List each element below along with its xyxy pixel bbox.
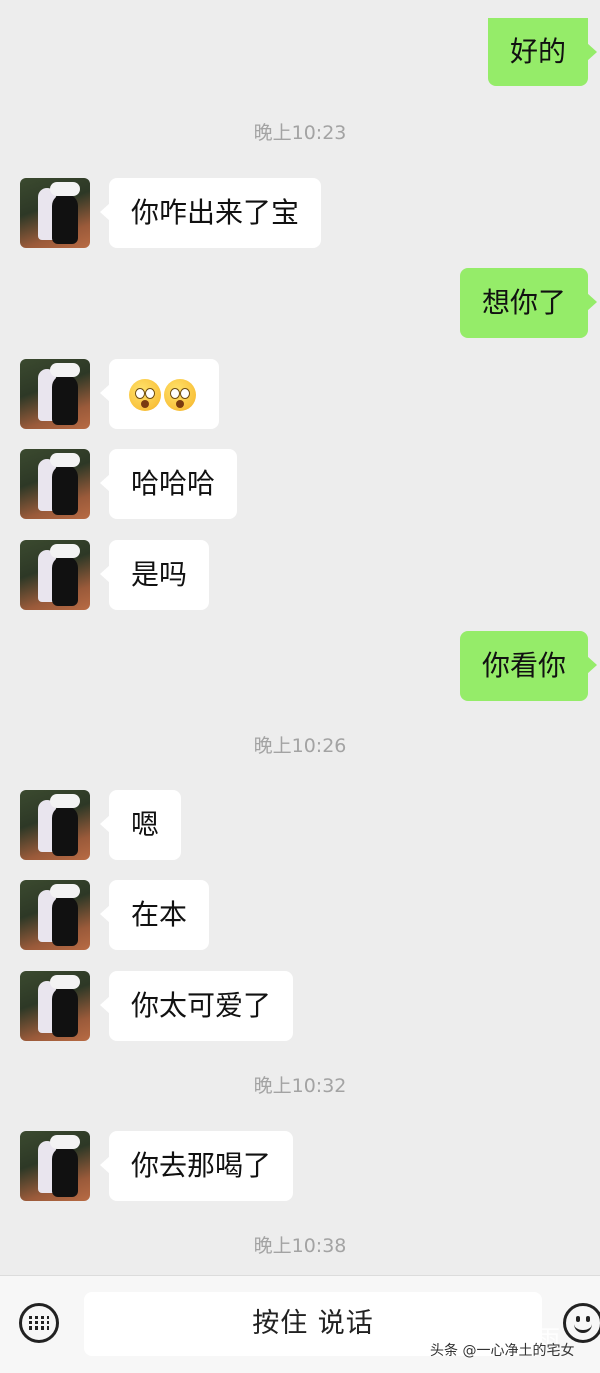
message-row-received: 你去那喝了 bbox=[0, 1131, 600, 1201]
timestamp: 晚上10:23 bbox=[253, 122, 347, 144]
message-row-sent: 好的 bbox=[0, 18, 600, 88]
message-bubble-received[interactable]: 你咋出来了宝 bbox=[99, 178, 322, 248]
chat-message-list[interactable]: 好的 晚上10:23 你咋出来了宝 想你了 哈哈哈 是吗 你看你 晚上10:26… bbox=[0, 0, 600, 1275]
astonished-face-emoji-icon bbox=[164, 379, 196, 411]
message-bubble-received[interactable]: 哈哈哈 bbox=[99, 449, 238, 519]
contact-avatar[interactable] bbox=[20, 880, 90, 950]
keyboard-icon[interactable] bbox=[19, 1303, 59, 1343]
watermark-text: 头条 @一心净土的宅女 bbox=[430, 1343, 575, 1359]
contact-avatar[interactable] bbox=[20, 540, 90, 610]
contact-avatar[interactable] bbox=[20, 790, 90, 860]
timestamp: 晚上10:38 bbox=[253, 1235, 347, 1257]
message-row-received: 哈哈哈 bbox=[0, 449, 600, 519]
message-row-received: 嗯 bbox=[0, 790, 600, 860]
message-bubble-received[interactable] bbox=[100, 359, 219, 429]
contact-avatar[interactable] bbox=[20, 449, 90, 519]
message-row-received bbox=[0, 359, 600, 429]
message-row-received: 你太可爱了 bbox=[0, 971, 600, 1041]
message-row-received: 是吗 bbox=[0, 540, 600, 610]
message-row-sent: 你看你 bbox=[0, 631, 600, 701]
contact-avatar[interactable] bbox=[20, 359, 90, 429]
message-bubble-sent[interactable]: 想你了 bbox=[459, 268, 598, 338]
message-bubble-received[interactable]: 你太可爱了 bbox=[99, 971, 294, 1041]
message-row-sent: 想你了 bbox=[0, 268, 600, 338]
emoji-smiley-icon[interactable] bbox=[563, 1303, 600, 1343]
contact-avatar[interactable] bbox=[20, 971, 90, 1041]
message-row-received: 在本 bbox=[0, 880, 600, 950]
message-bubble-received[interactable]: 你去那喝了 bbox=[99, 1131, 294, 1201]
astonished-face-emoji-icon bbox=[129, 379, 161, 411]
contact-avatar[interactable] bbox=[20, 178, 90, 248]
message-bubble-sent[interactable]: 好的 bbox=[487, 18, 598, 86]
contact-avatar[interactable] bbox=[20, 1131, 90, 1201]
message-bubble-received[interactable]: 嗯 bbox=[99, 790, 182, 860]
timestamp: 晚上10:26 bbox=[253, 735, 347, 757]
message-bubble-received[interactable]: 是吗 bbox=[99, 540, 210, 610]
message-bubble-sent[interactable]: 你看你 bbox=[459, 631, 598, 701]
message-row-received: 你咋出来了宝 bbox=[0, 178, 600, 248]
message-bubble-received[interactable]: 在本 bbox=[99, 880, 210, 950]
timestamp: 晚上10:32 bbox=[253, 1075, 347, 1097]
